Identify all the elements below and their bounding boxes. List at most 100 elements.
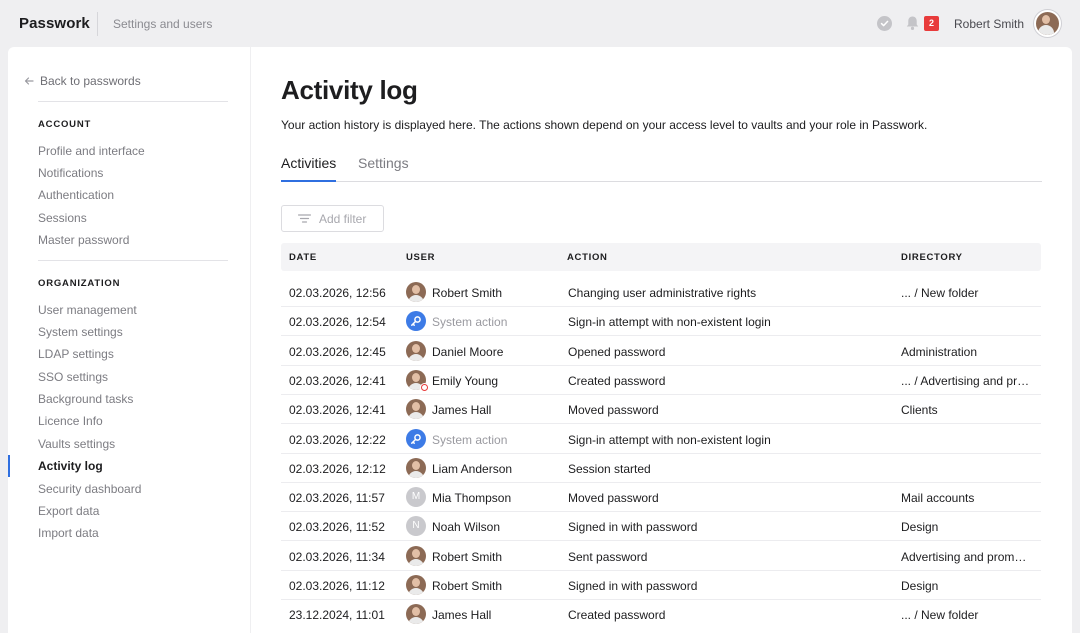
cell-user: System action xyxy=(432,315,508,330)
page-description: Your action history is displayed here. T… xyxy=(281,118,928,132)
avatar[interactable] xyxy=(1034,10,1061,37)
sidebar-item-notifications[interactable]: Notifications xyxy=(38,166,103,180)
sidebar-item-export-data[interactable]: Export data xyxy=(38,504,99,518)
column-header-action[interactable]: ACTION xyxy=(567,252,608,263)
key-icon xyxy=(406,428,426,449)
sidebar-item-system-settings[interactable]: System settings xyxy=(38,325,123,339)
check-circle-icon[interactable] xyxy=(877,16,892,31)
back-link-label: Back to passwords xyxy=(40,74,141,88)
cell-action: Sign-in attempt with non-existent login xyxy=(568,432,771,447)
cell-action: Moved password xyxy=(568,403,659,418)
tab-activities[interactable]: Activities xyxy=(281,155,337,182)
cell-user: Liam Anderson xyxy=(432,461,513,476)
add-filter-button[interactable]: Add filter xyxy=(281,205,384,232)
cell-date: 02.03.2026, 11:12 xyxy=(289,579,385,593)
table-row[interactable]: 02.03.2026, 12:45 Daniel Moore Opened pass… xyxy=(281,337,1041,366)
column-header-directory[interactable]: DIRECTORY xyxy=(901,252,963,263)
sidebar: Back to passwords ACCOUNT Profile and in… xyxy=(8,47,250,633)
column-header-date[interactable]: DATE xyxy=(289,252,317,263)
sidebar-item-user-management[interactable]: User management xyxy=(38,303,137,317)
table-row[interactable]: 23.12.2024, 11:01 James Hall Created passw… xyxy=(281,600,1041,629)
cell-user: Robert Smith xyxy=(432,549,503,564)
sidebar-divider xyxy=(38,101,228,102)
sidebar-item-security-dashboard[interactable]: Security dashboard xyxy=(38,482,141,496)
cell-user: Robert Smith xyxy=(432,579,503,593)
table-row[interactable]: 02.03.2026, 11:12 Robert Smith Signed in w… xyxy=(281,571,1041,600)
sidebar-item-vaults-settings[interactable]: Vaults settings xyxy=(38,437,115,451)
filter-icon xyxy=(298,214,311,223)
add-filter-label: Add filter xyxy=(319,211,367,226)
sidebar-item-sessions[interactable]: Sessions xyxy=(38,211,87,225)
avatar xyxy=(406,282,426,302)
table-row[interactable]: 02.03.2026, 12:56 Robert Smith Changing us… xyxy=(281,278,1041,307)
main-content: Activity log Your action history is disp… xyxy=(251,47,1072,633)
active-indicator xyxy=(8,455,10,477)
cell-user: James Hall xyxy=(432,403,492,418)
cell-directory: ... / Advertising and pro... xyxy=(901,373,1033,388)
sidebar-item-background-tasks[interactable]: Background tasks xyxy=(38,392,133,406)
avatar-initial: N xyxy=(406,516,426,537)
sidebar-item-profile[interactable]: Profile and interface xyxy=(38,144,145,158)
back-to-passwords-link[interactable]: Back to passwords xyxy=(24,74,141,88)
cell-action: Signed in with password xyxy=(568,579,698,593)
cell-date: 02.03.2026, 12:54 xyxy=(289,315,386,330)
cell-user: System action xyxy=(432,432,508,447)
cell-action: Signed in with password xyxy=(568,520,698,535)
cell-user: Noah Wilson xyxy=(432,520,501,535)
table-row[interactable]: 02.03.2026, 12:12 Liam Anderson Session st… xyxy=(281,454,1041,483)
table-row[interactable]: 02.03.2026, 11:34 Robert Smith Sent passwo… xyxy=(281,542,1041,571)
cell-action: Changing user administrative rights xyxy=(568,286,757,300)
sidebar-item-ldap-settings[interactable]: LDAP settings xyxy=(38,347,114,361)
brand-logo[interactable]: Passwork xyxy=(19,15,90,32)
cell-date: 02.03.2026, 11:52 xyxy=(289,520,385,535)
cell-action: Created password xyxy=(568,373,666,388)
cell-date: 02.03.2026, 11:57 xyxy=(289,491,385,506)
sidebar-item-activity-log[interactable]: Activity log xyxy=(38,459,103,473)
cell-date: 02.03.2026, 12:41 xyxy=(289,403,386,418)
cell-date: 02.03.2026, 12:56 xyxy=(289,286,386,300)
cell-date: 23.12.2024, 11:01 xyxy=(289,608,385,623)
cell-user: Robert Smith xyxy=(432,286,503,300)
cell-action: Sign-in attempt with non-existent login xyxy=(568,315,771,330)
cell-directory: Administration xyxy=(901,344,978,359)
bell-icon[interactable] xyxy=(905,15,920,31)
cell-date: 02.03.2026, 12:45 xyxy=(289,344,386,359)
section-title: Settings and users xyxy=(113,17,213,31)
cell-directory: Mail accounts xyxy=(901,491,975,506)
sidebar-item-master-password[interactable]: Master password xyxy=(38,233,129,247)
cell-user: Emily Young xyxy=(432,373,499,388)
sidebar-item-import-data[interactable]: Import data xyxy=(38,526,99,540)
cell-directory: Clients xyxy=(901,403,938,418)
tab-settings[interactable]: Settings xyxy=(358,155,409,171)
table-header: DATE USER ACTION DIRECTORY xyxy=(281,243,1041,271)
cell-date: 02.03.2026, 12:12 xyxy=(289,461,386,476)
cell-date: 02.03.2026, 11:34 xyxy=(289,549,385,564)
page-title: Activity log xyxy=(281,75,418,105)
top-bar: Passwork Settings and users 2 Robert Smi… xyxy=(0,0,1080,46)
sidebar-divider xyxy=(38,260,228,261)
cell-action: Session started xyxy=(568,461,651,476)
sidebar-item-licence-info[interactable]: Licence Info xyxy=(38,414,103,428)
table-row[interactable]: 02.03.2026, 12:41 Emily Young Created pass… xyxy=(281,366,1041,395)
table-row[interactable]: 02.03.2026, 12:22 System action Sign-in at… xyxy=(281,425,1041,454)
table-row[interactable]: 02.03.2026, 12:54 System action Sign-in at… xyxy=(281,307,1041,337)
tab-bar: Activities Settings xyxy=(281,155,1042,182)
avatar xyxy=(406,575,426,595)
cell-directory: ... / New folder xyxy=(901,608,979,623)
user-name[interactable]: Robert Smith xyxy=(954,17,1024,31)
cell-date: 02.03.2026, 12:22 xyxy=(289,432,386,447)
cell-date: 02.03.2026, 12:41 xyxy=(289,373,386,388)
sidebar-item-sso-settings[interactable]: SSO settings xyxy=(38,370,108,384)
avatar xyxy=(406,545,426,566)
sidebar-item-authentication[interactable]: Authentication xyxy=(38,188,114,202)
avatar-initial: M xyxy=(406,487,426,508)
cell-user: Daniel Moore xyxy=(432,344,504,359)
cell-directory: Advertising and promot... xyxy=(901,549,1033,564)
avatar xyxy=(406,457,426,478)
cell-action: Opened password xyxy=(568,344,666,359)
table-row[interactable]: 02.03.2026, 12:41 James Hall Moved passwor… xyxy=(281,395,1041,425)
cell-directory: Design xyxy=(901,579,939,593)
table-row[interactable]: 02.03.2026, 11:57 M Mia Thompson Moved pass… xyxy=(281,483,1041,513)
column-header-user[interactable]: USER xyxy=(406,252,435,263)
table-row[interactable]: 02.03.2026, 11:52 N Noah Wilson Signed in w… xyxy=(281,512,1041,542)
